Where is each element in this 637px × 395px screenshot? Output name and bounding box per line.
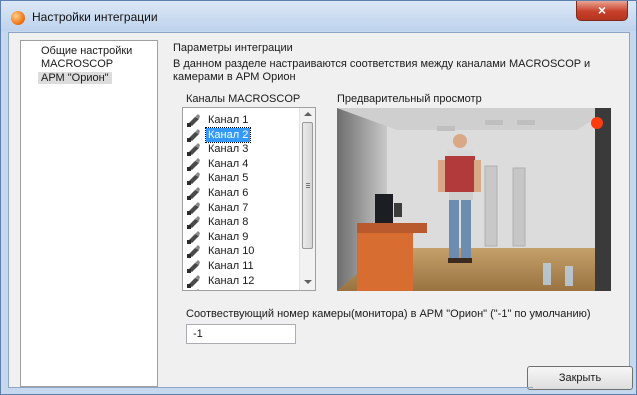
- channel-label: Канал 13: [206, 288, 256, 290]
- channel-list-item[interactable]: Канал 3: [187, 142, 297, 157]
- office-scene-image: [337, 108, 611, 291]
- nav-item-orion[interactable]: АРМ "Орион": [38, 72, 112, 84]
- grip-line: [306, 185, 310, 186]
- channel-list-item[interactable]: Канал 6: [187, 186, 297, 200]
- channel-list-item[interactable]: Канал 8: [187, 215, 297, 230]
- camera-icon: [187, 216, 200, 230]
- camera-icon: [187, 201, 200, 215]
- channel-list-item[interactable]: Канал 10: [187, 244, 297, 259]
- channel-label: Канал 8: [208, 216, 249, 229]
- camera-icon: [187, 157, 200, 171]
- nav-item-macroscop[interactable]: MACROSCOP: [41, 58, 113, 70]
- panel-bottom-edge: [158, 387, 533, 388]
- close-button[interactable]: Закрыть: [527, 366, 633, 390]
- camera-number-input[interactable]: -1: [186, 324, 296, 344]
- channel-list-item[interactable]: Канал 7: [187, 201, 297, 215]
- channel-label: Канал 10: [208, 245, 255, 258]
- scroll-thumb[interactable]: [302, 122, 313, 249]
- grip-line: [306, 187, 310, 188]
- channel-label: Канал 3: [208, 143, 249, 156]
- camera-number-label: Соотвествующий номер камеры(монитора) в …: [186, 308, 591, 320]
- camera-icon: [187, 187, 200, 200]
- channel-label: Канал 5: [208, 172, 249, 185]
- camera-icon: [187, 172, 200, 186]
- channel-label: Канал 12: [208, 274, 255, 287]
- app-icon: [11, 11, 25, 25]
- camera-icon: [187, 128, 200, 142]
- description-text: В данном разделе настраиваются соответст…: [173, 58, 591, 83]
- channel-list-item[interactable]: Канал 5: [187, 171, 297, 186]
- channel-label: Канал 6: [208, 187, 249, 199]
- list-scrollbar[interactable]: [299, 108, 315, 290]
- group-title: Параметры интеграции: [173, 42, 293, 54]
- camera-icon: [187, 230, 200, 244]
- channel-label: Канал 1: [208, 114, 249, 126]
- preview-image: [337, 108, 611, 291]
- channels-list[interactable]: Канал 1 Канал 2 Канал 3 Канал 4 Канал 5 Канал…: [182, 107, 316, 291]
- title-bar[interactable]: Настройки интеграции ×: [1, 1, 636, 31]
- preview-label: Предварительный просмотр: [337, 93, 482, 105]
- channel-list-item[interactable]: Канал 12: [187, 274, 297, 288]
- channel-label: Канал 9: [208, 230, 249, 243]
- camera-icon: [187, 260, 200, 273]
- channel-label: Канал 11: [208, 260, 254, 272]
- channel-list-item[interactable]: Канал 11: [187, 259, 297, 273]
- channel-list-item[interactable]: Канал 4: [187, 157, 297, 171]
- channel-label: Канал 7: [208, 201, 249, 214]
- camera-icon: [187, 245, 200, 259]
- window-title: Настройки интеграции: [32, 10, 158, 24]
- channel-list-item[interactable]: Канал 1: [187, 113, 297, 127]
- channel-list-item[interactable]: Канал 13: [187, 288, 297, 290]
- settings-nav: Общие настройки MACROSCOP АРМ "Орион": [20, 40, 158, 387]
- channels-label: Каналы MACROSCOP: [186, 93, 301, 105]
- camera-icon: [187, 143, 200, 157]
- recording-dot-icon: [591, 117, 603, 129]
- nav-item-general[interactable]: Общие настройки: [41, 45, 132, 57]
- camera-icon: [187, 114, 200, 127]
- camera-icon: [187, 274, 200, 288]
- scroll-up-arrow-icon[interactable]: [304, 112, 312, 116]
- scroll-down-arrow-icon[interactable]: [304, 280, 312, 284]
- window-close-button[interactable]: ×: [576, 1, 628, 21]
- channel-label: Канал 2: [204, 126, 252, 143]
- grip-line: [306, 183, 310, 184]
- camera-icon: [197, 289, 199, 290]
- channel-label: Канал 4: [208, 157, 249, 170]
- channel-list-item[interactable]: Канал 2: [187, 126, 297, 143]
- channel-list-item[interactable]: Канал 9: [187, 230, 297, 244]
